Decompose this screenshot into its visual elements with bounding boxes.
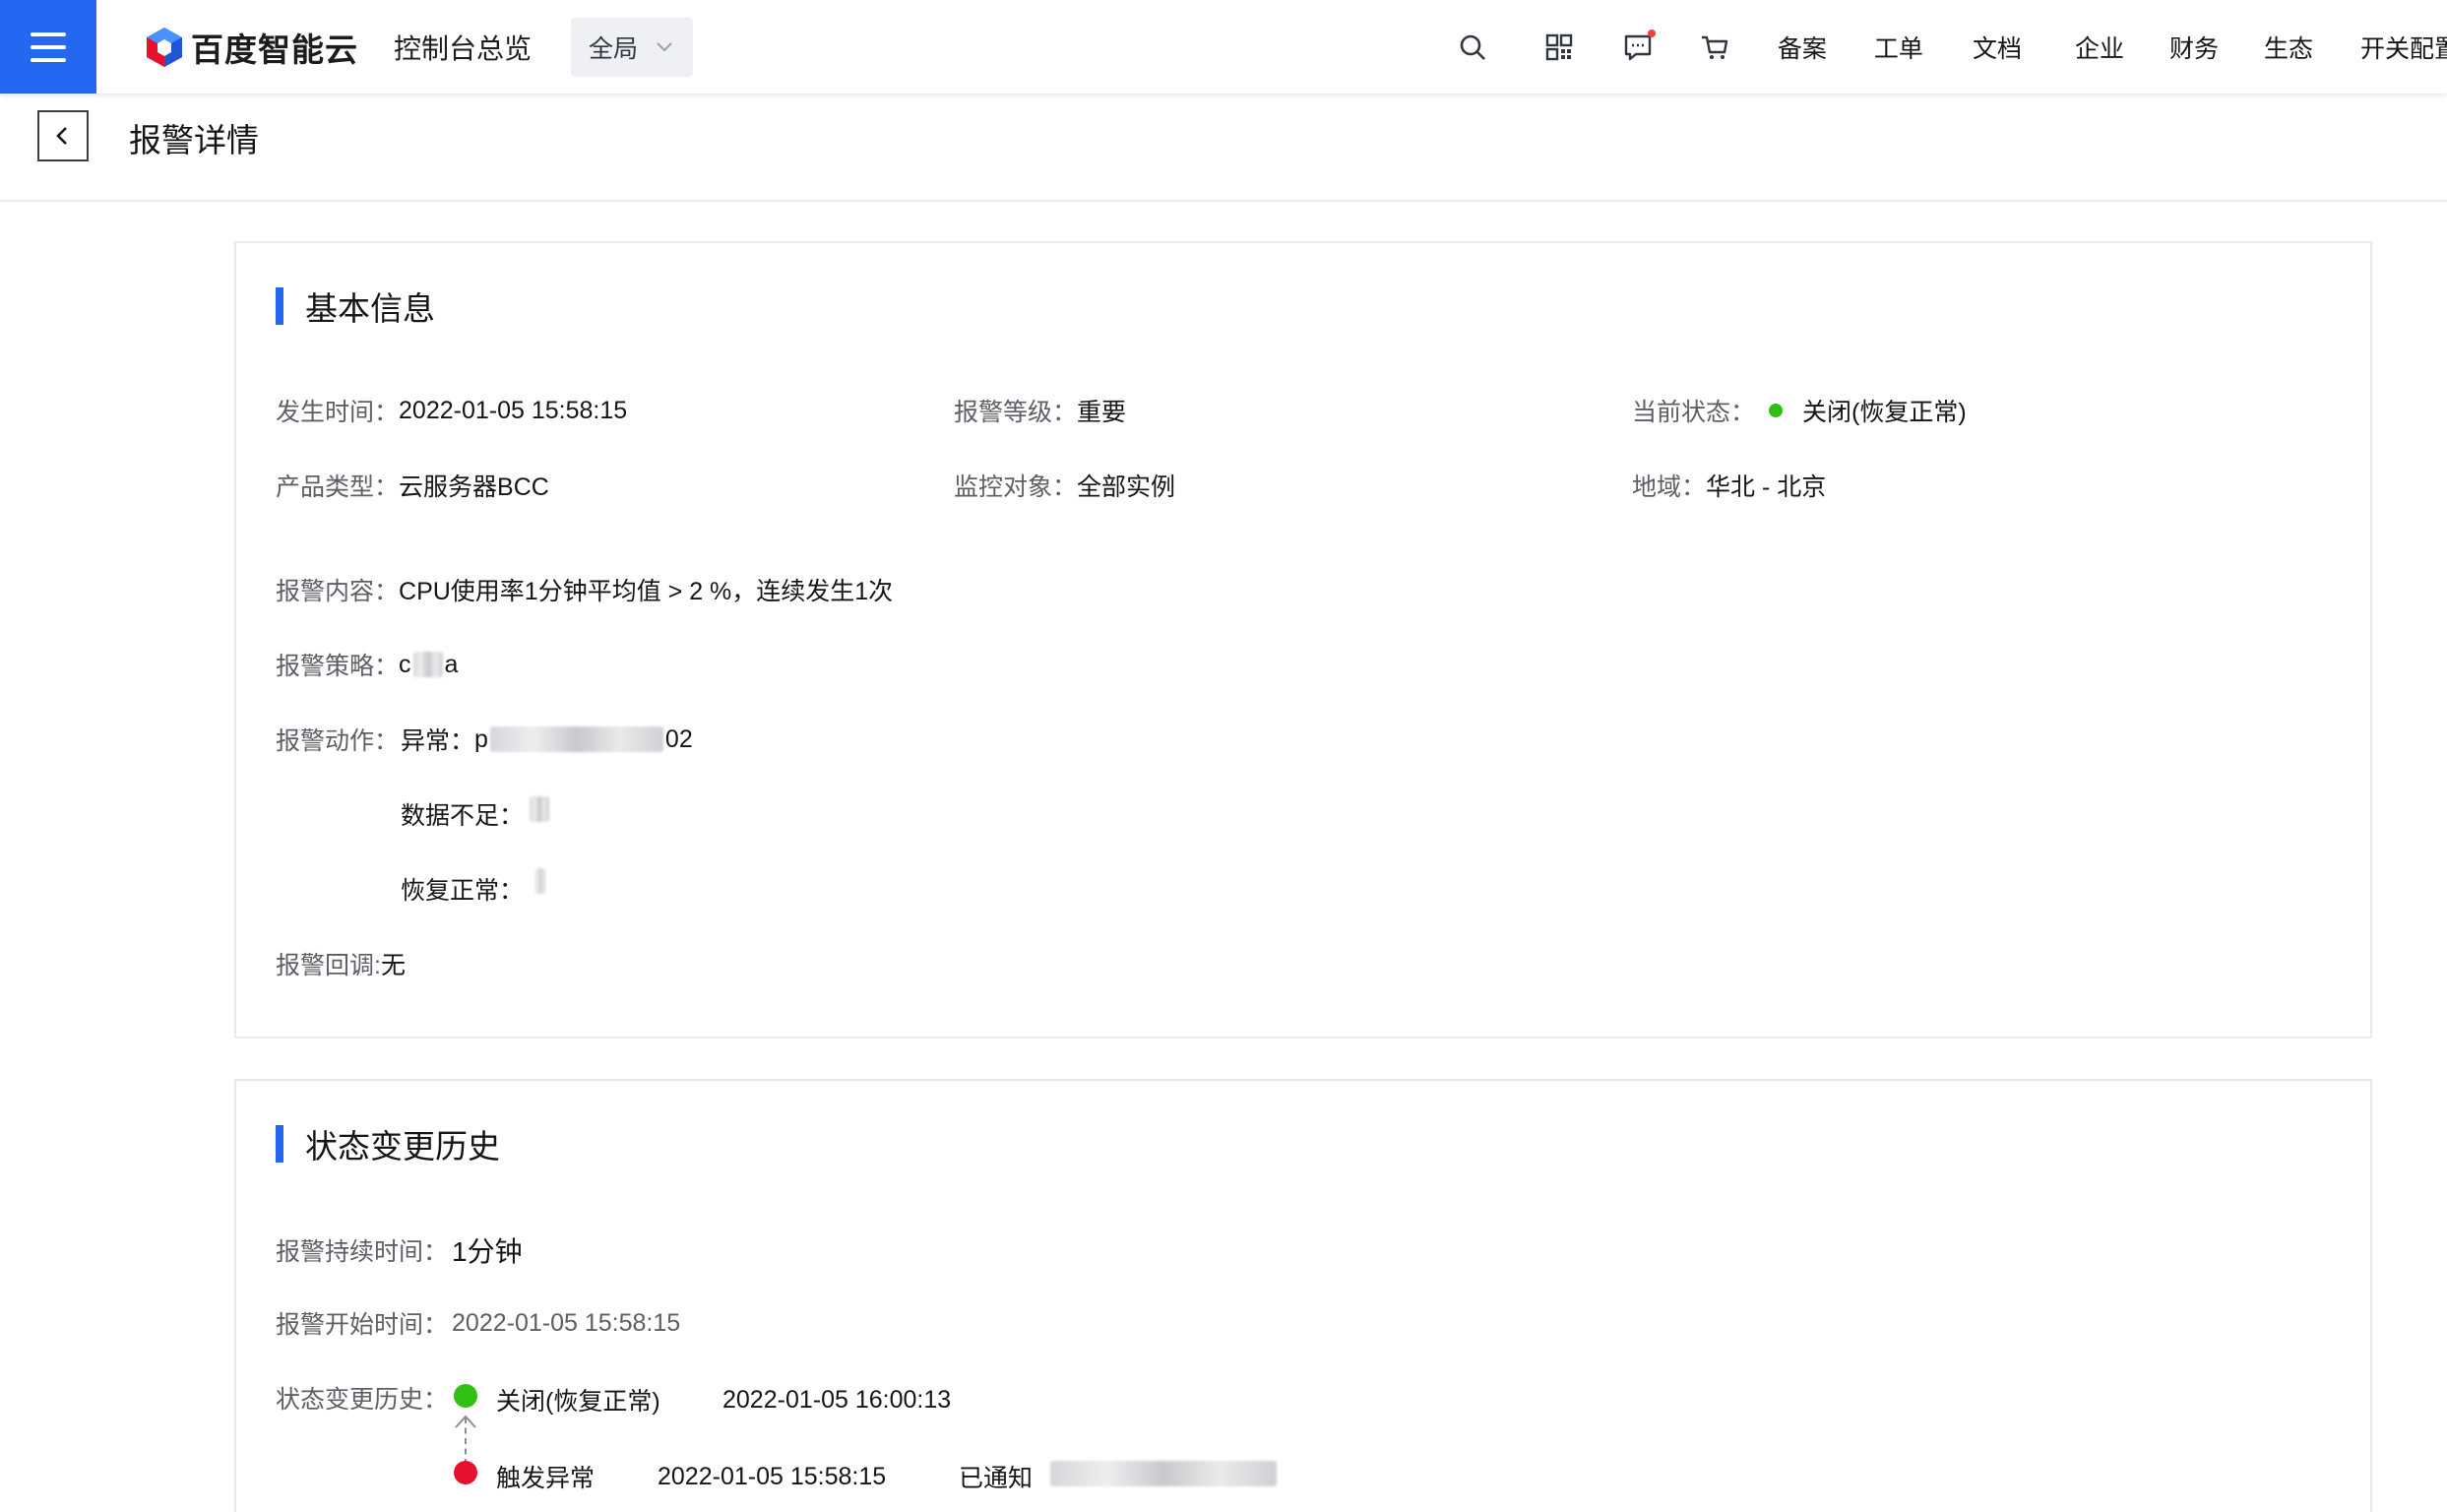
- cart-icon: [1701, 35, 1728, 59]
- apps-button[interactable]: [1539, 28, 1579, 67]
- status-changes-label: 状态变更历史：: [276, 1386, 449, 1414]
- nav-finance[interactable]: 财务: [2169, 30, 2219, 65]
- redacted-text: [1050, 1461, 1278, 1486]
- event-state: 触发异常: [496, 1465, 596, 1492]
- search-icon: [1460, 34, 1485, 60]
- section-accent-bar: [276, 287, 283, 325]
- current-status-value: 关闭(恢复正常): [1802, 399, 1967, 426]
- event-note: 已通知: [959, 1465, 1034, 1492]
- nav-enterprise[interactable]: 企业: [2075, 30, 2124, 65]
- messages-button[interactable]: [1618, 28, 1658, 67]
- alarm-start-time-value: 2022-01-05 15:58:15: [452, 1308, 681, 1337]
- console-overview-link[interactable]: 控制台总览: [394, 28, 532, 67]
- timeline-dot-closed: [454, 1384, 477, 1408]
- hamburger-icon: [31, 32, 66, 36]
- redacted-text: [530, 796, 550, 822]
- alarm-start-time-field: 报警开始时间： 2022-01-05 15:58:15: [276, 1308, 681, 1340]
- region-value: 华北 - 北京: [1706, 473, 1827, 501]
- status-history-card: 状态变更历史 报警持续时间： 1分钟 报警开始时间： 2022-01-05 15…: [234, 1079, 2372, 1512]
- basic-info-card: 基本信息 发生时间： 2022-01-05 15:58:15 报警等级： 重要 …: [234, 241, 2372, 1039]
- brand-name: 百度智能云: [191, 31, 358, 68]
- event-time: 2022-01-05 16:00:13: [722, 1385, 952, 1414]
- nav-ecosystem[interactable]: 生态: [2264, 30, 2313, 65]
- alarm-content-field: 报警内容： CPU使用率1分钟平均值 > 2 %，连续发生1次: [276, 572, 893, 607]
- alarm-level-value: 重要: [1077, 399, 1127, 426]
- action-recovered-field: 恢复正常：: [401, 868, 546, 907]
- back-button[interactable]: [37, 110, 89, 161]
- status-history-heading: 状态变更历史: [276, 1120, 500, 1167]
- timeline-connector: [465, 1418, 467, 1465]
- event-state: 关闭(恢复正常): [496, 1388, 660, 1416]
- basic-info-heading: 基本信息: [276, 283, 435, 330]
- nav-docs[interactable]: 文档: [1973, 30, 2022, 65]
- occur-time-value: 2022-01-05 15:58:15: [399, 396, 628, 424]
- alarm-callback-value: 无: [380, 952, 406, 979]
- event-time: 2022-01-05 15:58:15: [658, 1462, 887, 1490]
- alarm-policy-field: 报警策略： c a: [276, 650, 459, 681]
- cart-button[interactable]: [1695, 28, 1734, 67]
- chevron-down-icon: [657, 41, 672, 51]
- alarm-level-field: 报警等级： 重要: [954, 393, 1126, 428]
- baidu-cloud-logo-icon: [147, 27, 182, 67]
- redacted-text: [412, 652, 443, 677]
- action-insufficient-field: 数据不足：: [401, 796, 550, 832]
- status-ok-dot: [1769, 404, 1784, 417]
- scope-select-value: 全局: [589, 34, 639, 63]
- alarm-content-value: CPU使用率1分钟平均值 > 2 %，连续发生1次: [399, 578, 894, 605]
- occur-time-field: 发生时间： 2022-01-05 15:58:15: [276, 396, 628, 427]
- current-status-field: 当前状态： 关闭(恢复正常): [1632, 393, 1967, 428]
- alarm-action-field: 报警动作：: [276, 727, 400, 755]
- nav-ticket[interactable]: 工单: [1874, 30, 1923, 65]
- nav-icp-filing[interactable]: 备案: [1778, 30, 1827, 65]
- nav-switch-config[interactable]: 开关配置: [2360, 30, 2447, 65]
- timeline-dot-triggered: [454, 1461, 477, 1484]
- product-type-value: 云服务器BCC: [399, 473, 549, 501]
- page-title: 报警详情: [129, 122, 259, 158]
- redacted-text: [535, 868, 546, 894]
- action-abnormal-field: 异常： p 02: [401, 724, 693, 756]
- monitor-target-value: 全部实例: [1077, 473, 1176, 501]
- scope-select[interactable]: 全局: [571, 17, 694, 77]
- region-field: 地域： 华北 - 北京: [1632, 468, 1826, 503]
- timeline-event: 关闭(恢复正常) 2022-01-05 16:00:13: [496, 1382, 951, 1418]
- top-right-toolbar: 备案 工单 文档 企业 财务 生态 开关配置: [1453, 0, 2447, 94]
- top-navigation-bar: 百度智能云 控制台总览 全局 备案 工单 文档 企业 财务 生态 开关配置: [0, 0, 2447, 94]
- alarm-callback-field: 报警回调: 无: [276, 946, 406, 981]
- section-accent-bar: [276, 1125, 283, 1163]
- search-button[interactable]: [1453, 28, 1492, 67]
- monitor-target-field: 监控对象： 全部实例: [954, 468, 1175, 503]
- page-header: 报警详情: [0, 94, 2447, 202]
- alarm-duration-value: 1分钟: [452, 1236, 523, 1267]
- timeline-event: 触发异常 2022-01-05 15:58:15 已通知: [496, 1459, 1278, 1494]
- grid-apps-icon: [1545, 33, 1573, 60]
- chevron-left-icon: [56, 127, 67, 145]
- hamburger-menu-button[interactable]: [0, 0, 96, 94]
- alarm-duration-field: 报警持续时间： 1分钟: [276, 1230, 523, 1270]
- notification-dot: [1647, 29, 1656, 37]
- brand-logo[interactable]: 百度智能云: [144, 0, 358, 94]
- product-type-field: 产品类型： 云服务器BCC: [276, 468, 549, 503]
- redacted-text: [489, 726, 663, 752]
